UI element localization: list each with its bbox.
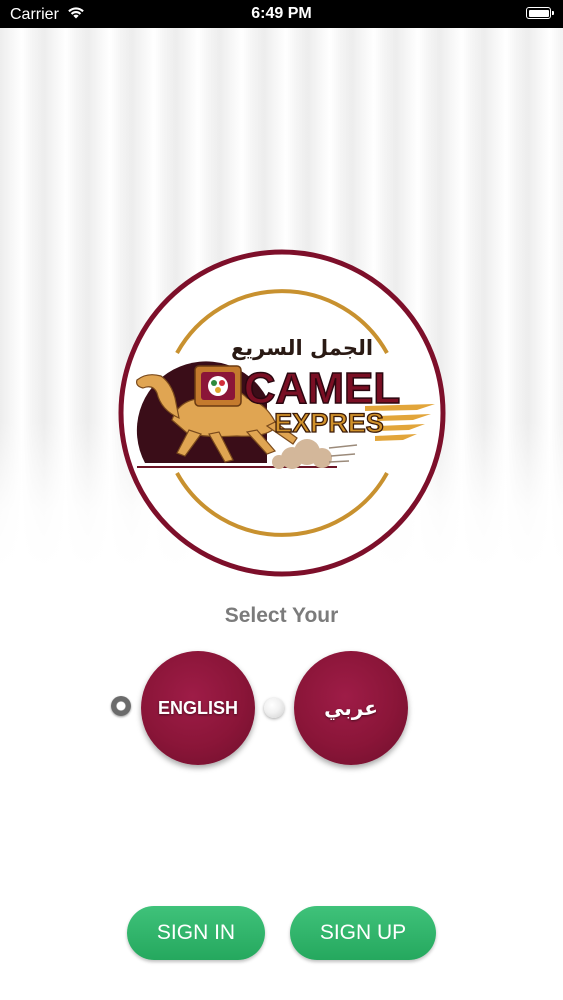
english-radio[interactable]: [111, 696, 131, 716]
arabic-label: عربي: [324, 696, 378, 720]
camel-express-logo: الجمل السريع CAMEL EXPRES: [117, 248, 447, 578]
sign-up-label: SIGN UP: [319, 921, 407, 944]
sign-in-button[interactable]: SIGN IN: [127, 906, 265, 960]
logo-arabic-name: الجمل السريع: [231, 336, 373, 360]
sign-up-button[interactable]: SIGN UP: [290, 906, 436, 960]
sign-in-label: SIGN IN: [156, 921, 236, 944]
english-language-button[interactable]: ENGLISH: [141, 651, 255, 765]
arabic-language-button[interactable]: عربي: [294, 651, 408, 765]
battery-icon: [526, 7, 554, 19]
logo-word-expres: EXPRES: [274, 408, 384, 438]
logo-word-camel: CAMEL: [244, 364, 400, 413]
status-time: 6:49 PM: [251, 5, 312, 22]
status-bar: Carrier 6:49 PM: [0, 0, 563, 28]
arabic-radio[interactable]: [264, 698, 284, 718]
select-language-title: Select Your: [224, 604, 339, 627]
english-label: ENGLISH: [157, 697, 238, 718]
